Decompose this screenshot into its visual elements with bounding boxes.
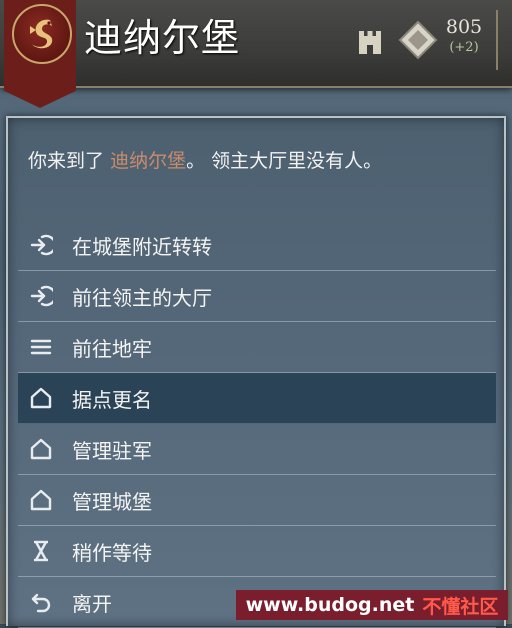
menu-item-garrison[interactable]: 管理驻军 <box>18 424 496 475</box>
watermark-name: 不懂社区 <box>422 595 499 618</box>
intro-suffix: 。 领主大厅里没有人。 <box>186 150 383 172</box>
menu-item-label: 前往领主的大厅 <box>72 285 212 310</box>
menu-item-label: 管理城堡 <box>72 489 152 514</box>
menu-item-label: 在城堡附近转转 <box>72 234 212 259</box>
hourglass-icon <box>24 538 58 564</box>
return-icon <box>24 589 58 615</box>
menu-item-lords-hall[interactable]: 前往领主的大厅 <box>18 271 496 322</box>
menu-item-wander[interactable]: 在城堡附近转转 <box>18 220 496 271</box>
intro-place: 迪纳尔堡 <box>110 150 187 172</box>
header-edge <box>496 10 512 70</box>
house-icon <box>24 487 58 513</box>
house-icon <box>24 385 58 411</box>
arrow-enter-icon <box>24 283 58 309</box>
faction-banner <box>4 0 76 108</box>
intro-text: 你来到了 迪纳尔堡。 领主大厅里没有人。 <box>28 146 382 173</box>
top-bar: 迪纳尔堡 805 (+2) <box>0 0 512 88</box>
menu-item-label: 离开 <box>72 591 112 616</box>
menu-item-rename[interactable]: 据点更名 <box>18 373 496 424</box>
gold-change: (+2) <box>449 40 479 55</box>
castle-icon <box>359 31 381 54</box>
site-watermark: www.budog.net 不懂社区 <box>236 590 508 620</box>
intro-prefix: 你来到了 <box>28 150 105 172</box>
arrow-enter-icon <box>24 232 58 258</box>
gold-icon <box>398 20 438 60</box>
list-icon <box>24 334 58 360</box>
menu-item-dungeon[interactable]: 前往地牢 <box>18 322 496 373</box>
menu-item-label: 前往地牢 <box>72 336 152 361</box>
house-icon <box>24 436 58 462</box>
menu-item-label: 据点更名 <box>72 387 152 412</box>
menu-item-label: 稍作等待 <box>72 540 152 565</box>
dialog-panel: 你来到了 迪纳尔堡。 领主大厅里没有人。 在城堡附近转转 前往领主的大厅 前往地… <box>6 116 506 628</box>
settlement-title: 迪纳尔堡 <box>84 16 241 60</box>
watermark-url: www.budog.net <box>245 594 415 616</box>
menu-item-manage-castle[interactable]: 管理城堡 <box>18 475 496 526</box>
menu-item-label: 管理驻军 <box>72 438 152 463</box>
action-menu: 在城堡附近转转 前往领主的大厅 前往地牢 据点更名 管理驻军 管理城堡 稍作等待… <box>18 220 496 628</box>
menu-item-wait[interactable]: 稍作等待 <box>18 526 496 577</box>
gold-amount: 805 <box>445 16 483 38</box>
dragon-crest-icon <box>12 4 72 64</box>
